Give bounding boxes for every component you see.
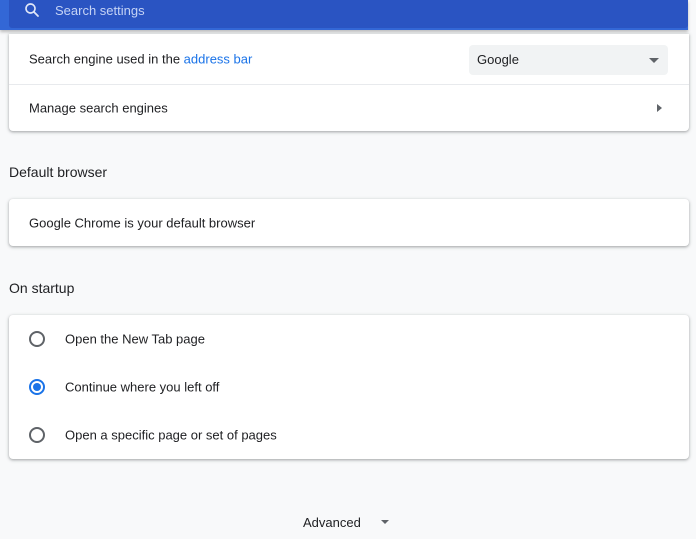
radio-button[interactable] [29,427,45,443]
advanced-label: Advanced [303,515,361,530]
startup-option-specific-pages[interactable]: Open a specific page or set of pages [9,411,689,459]
chevron-down-icon [381,520,389,524]
search-engine-label-text: Search engine used in the [29,51,184,67]
manage-search-engines-row[interactable]: Manage search engines [9,85,689,131]
on-startup-section-title: On startup [9,280,75,296]
search-engine-card: Search engine used in the address bar Go… [9,34,689,131]
advanced-button[interactable]: Advanced [290,506,410,538]
default-browser-card: Google Chrome is your default browser [9,199,689,246]
startup-option-label: Open the New Tab page [65,331,205,347]
settings-toolbar [0,0,688,30]
radio-button-selected[interactable] [29,379,45,395]
search-engine-label: Search engine used in the address bar [29,52,252,67]
search-engine-row: Search engine used in the address bar Go… [9,34,689,84]
search-icon [23,1,41,19]
startup-option-label: Continue where you left off [65,379,220,395]
search-input[interactable] [55,0,455,20]
default-browser-section-title: Default browser [9,164,108,180]
startup-option-label: Open a specific page or set of pages [65,427,277,443]
default-browser-row: Google Chrome is your default browser [9,199,689,246]
chevron-down-icon [649,58,659,63]
on-startup-card: Open the New Tab page Continue where you… [9,315,689,459]
address-bar-link[interactable]: address bar [184,52,253,67]
startup-option-continue[interactable]: Continue where you left off [9,363,689,411]
startup-option-new-tab[interactable]: Open the New Tab page [9,315,689,363]
search-field[interactable] [9,0,688,28]
radio-button[interactable] [29,331,45,347]
arrow-right-icon [657,104,662,112]
manage-search-engines-label: Manage search engines [29,100,168,116]
search-engine-select[interactable]: Google [469,45,668,75]
default-browser-status: Google Chrome is your default browser [29,215,256,230]
search-engine-selected-value: Google [477,52,519,67]
